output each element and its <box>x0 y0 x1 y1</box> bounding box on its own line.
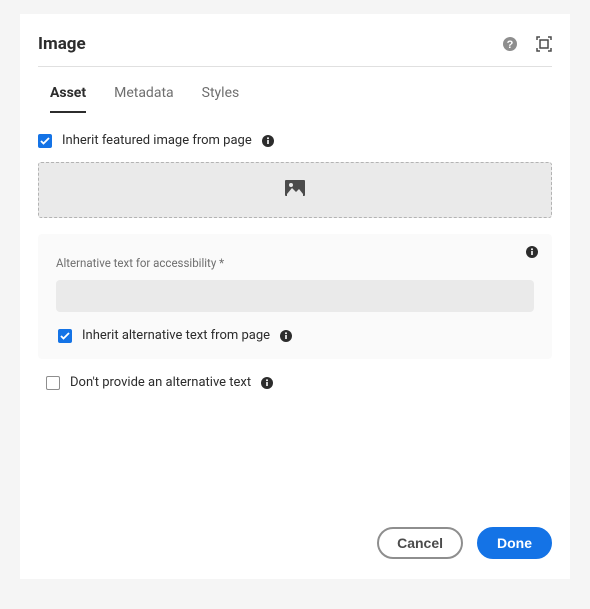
tab-asset[interactable]: Asset <box>50 85 86 113</box>
inherit-featured-label: Inherit featured image from page <box>62 133 252 148</box>
header-actions: ? <box>502 36 552 52</box>
help-icon[interactable]: ? <box>502 36 518 52</box>
dialog-footer: Cancel Done <box>377 527 552 559</box>
dialog-header: Image ? <box>38 34 552 67</box>
image-placeholder-icon <box>285 180 305 200</box>
alt-text-input[interactable] <box>56 280 534 312</box>
tab-metadata[interactable]: Metadata <box>114 85 174 113</box>
dialog-title: Image <box>38 34 86 54</box>
info-icon[interactable] <box>280 330 292 342</box>
tab-styles[interactable]: Styles <box>202 85 240 113</box>
info-icon[interactable] <box>526 246 538 258</box>
fullscreen-icon[interactable] <box>536 36 552 52</box>
no-alt-checkbox[interactable] <box>46 376 60 390</box>
info-icon[interactable] <box>261 377 273 389</box>
image-dropzone[interactable] <box>38 162 552 218</box>
inherit-alt-label: Inherit alternative text from page <box>82 328 270 343</box>
no-alt-label: Don't provide an alternative text <box>70 375 251 390</box>
alt-text-label: Alternative text for accessibility * <box>56 256 534 270</box>
image-dialog: Image ? Asset Metadata Styles Inherit fe… <box>20 14 570 579</box>
tabs: Asset Metadata Styles <box>38 67 552 113</box>
done-button[interactable]: Done <box>477 527 552 559</box>
svg-text:?: ? <box>507 39 514 51</box>
asset-tab-content: Inherit featured image from page Alterna… <box>38 113 552 390</box>
inherit-featured-row: Inherit featured image from page <box>38 133 552 148</box>
inherit-featured-checkbox[interactable] <box>38 134 52 148</box>
no-alt-row: Don't provide an alternative text <box>46 375 552 390</box>
alt-text-panel: Alternative text for accessibility * Inh… <box>38 234 552 359</box>
inherit-alt-row: Inherit alternative text from page <box>58 328 534 343</box>
cancel-button[interactable]: Cancel <box>377 527 463 559</box>
inherit-alt-checkbox[interactable] <box>58 329 72 343</box>
info-icon[interactable] <box>262 135 274 147</box>
